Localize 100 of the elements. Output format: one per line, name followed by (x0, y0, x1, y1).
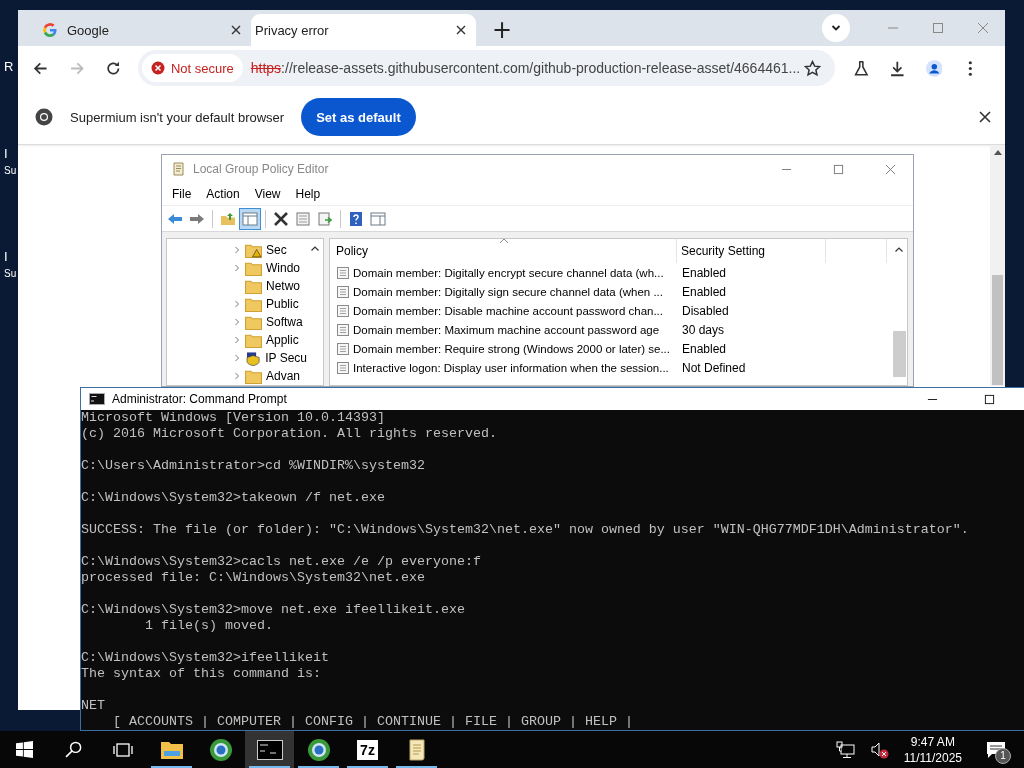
desktop-icon-label[interactable]: R (4, 58, 14, 75)
policy-icon (336, 284, 350, 299)
globe-icon (306, 737, 331, 762)
tree-item[interactable]: Public (266, 297, 299, 311)
policy-name[interactable]: Domain member: Require strong (Windows 2000 or later) se... (353, 342, 670, 355)
volume-muted-icon[interactable] (869, 740, 890, 759)
sort-ascending-icon (499, 238, 509, 244)
console-line: C:\Windows\System32>cacls net.exe /e /p everyone:f (81, 554, 482, 570)
menu-item[interactable]: Action (206, 187, 240, 202)
export-icon (317, 210, 333, 227)
taskbar-app-button[interactable] (245, 731, 294, 768)
window-title: Local Group Policy Editor (193, 162, 329, 177)
policy-name[interactable]: Domain member: Digitally sign secure channel data (when ... (353, 285, 663, 298)
properties-icon (295, 210, 311, 227)
policy-name[interactable]: Domain member: Digitally encrypt secure channel data (wh... (353, 266, 664, 279)
close-icon[interactable] (231, 25, 241, 35)
security-setting: Enabled (681, 341, 727, 356)
menu-item[interactable]: File (172, 187, 192, 202)
tree-tool-button[interactable] (240, 208, 260, 229)
tree-item[interactable]: Softwa (266, 315, 303, 329)
scroll-paper-icon (406, 737, 427, 762)
folder-warning-icon (245, 242, 262, 258)
security-setting: 30 days (681, 322, 725, 337)
url-text: https://release-assets.githubusercontent.com/github-production-release-asset/4664461... (250, 60, 802, 76)
avatar-icon[interactable] (925, 59, 943, 77)
scrollbar-thumb[interactable] (892, 331, 906, 377)
scrollbar[interactable] (990, 145, 1005, 386)
scroll-up-icon[interactable] (993, 149, 1002, 155)
console-line: [ ACCOUNTS | COMPUTER | CONFIG | CONTINUE | FILE | GROUP | HELP | (112, 714, 634, 730)
delete-icon (273, 210, 289, 227)
policy-icon (336, 265, 350, 280)
tree-item[interactable]: Applic (266, 333, 299, 347)
menu-item[interactable]: View (254, 187, 281, 202)
close-icon[interactable] (979, 111, 991, 123)
policy-icon (336, 341, 350, 356)
tree-item[interactable]: IP Secu (265, 351, 307, 365)
browser-tab[interactable]: Privacy error (251, 14, 476, 46)
pane-icon (242, 210, 258, 227)
error-icon (150, 61, 165, 75)
maximize-icon[interactable] (984, 393, 995, 405)
security-setting: Enabled (681, 265, 727, 280)
folder-icon (245, 332, 262, 348)
tree-item[interactable]: Windo (266, 261, 300, 275)
console-line: Microsoft Windows [Version 10.0.14393] (81, 410, 386, 426)
policy-name[interactable]: Interactive logon: Display user information when the session... (353, 361, 669, 374)
close-icon[interactable] (456, 25, 466, 35)
policy-icon (336, 360, 350, 375)
task-view-icon (112, 741, 133, 758)
column-header[interactable]: Policy (332, 239, 677, 263)
console-line: C:\Windows\System32>takeown /f net.exe (81, 490, 386, 506)
search-icon (65, 741, 82, 758)
view-icon (370, 210, 386, 227)
folder-icon (245, 296, 262, 312)
address-bar[interactable]: Not secure https://release-assets.githubusercontent.com/github-production-release-asset/4664461... (137, 50, 835, 86)
desktop-icon-label[interactable]: I (4, 248, 17, 265)
browser-tab[interactable]: Google (26, 14, 251, 46)
console-line: C:\Windows\System32>ifeellikeit (81, 650, 330, 666)
taskbar-app-button[interactable]: 7z (343, 731, 392, 768)
policy-name[interactable]: Domain member: Disable machine account password chan... (353, 304, 663, 317)
shield-icon (245, 350, 262, 366)
policy-icon (336, 303, 350, 318)
tree-item[interactable]: Advan (266, 369, 301, 383)
folder-icon (159, 739, 184, 760)
clock-time: 9:47 AM (910, 733, 955, 750)
chevron-down-icon (831, 23, 841, 33)
download-icon[interactable] (889, 59, 906, 77)
desktop-icon-label[interactable]: Su (4, 162, 17, 179)
clock-date: 11/11/2025 (903, 749, 962, 766)
policy-name[interactable]: Domain member: Maximum machine account password age (353, 323, 660, 336)
scrollbar-thumb[interactable] (992, 275, 1003, 385)
reload-icon[interactable] (105, 59, 122, 77)
tree-item[interactable]: Netwo (266, 279, 300, 293)
security-setting: Disabled (681, 303, 729, 318)
desktop-icon-label[interactable]: Su (4, 265, 17, 282)
scroll-up-icon[interactable] (311, 245, 319, 251)
browser-logo-icon (35, 108, 53, 126)
console-icon (89, 393, 105, 405)
tree-item[interactable]: Sec (266, 243, 287, 257)
star-icon[interactable] (803, 59, 821, 77)
clock[interactable]: 9:47 AM 11/11/2025 (903, 733, 962, 766)
policy-icon (336, 322, 350, 337)
set-default-button[interactable]: Set as default (301, 98, 416, 136)
window-title: Administrator: Command Prompt (112, 392, 287, 406)
folder-icon (245, 314, 262, 330)
flask-icon[interactable] (852, 59, 870, 77)
menu-item[interactable]: Help (295, 187, 321, 202)
infobar-message: Supermium isn't your default browser (70, 109, 285, 125)
not-secure-chip[interactable]: Not secure (141, 54, 243, 82)
network-icon[interactable] (835, 740, 856, 759)
folder-icon (245, 278, 262, 294)
new-tab-button[interactable]: + (486, 18, 519, 42)
console-line: The syntax of this command is: (81, 666, 322, 682)
folder-icon (245, 260, 262, 276)
scroll-up-icon[interactable] (895, 246, 903, 252)
notification-button[interactable]: 1 (980, 735, 1012, 764)
column-header[interactable]: Security Setting (677, 239, 826, 263)
archive-app-icon: 7z (357, 739, 378, 760)
desktop-icon-label[interactable]: I (4, 145, 17, 162)
folder-icon (245, 368, 262, 384)
console-line: (c) 2016 Microsoft Corporation. All rights reserved. (81, 426, 498, 442)
